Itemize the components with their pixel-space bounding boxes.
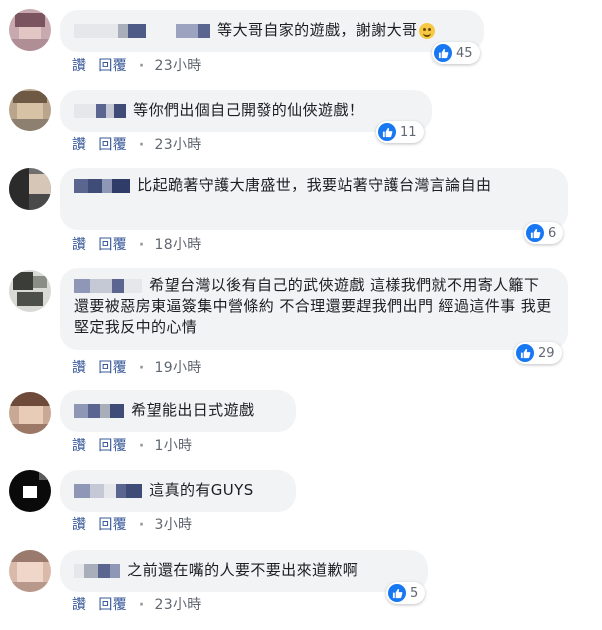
reply-action[interactable]: 回覆	[98, 360, 127, 376]
comment-bubble: 比起跪著守護大唐盛世，我要站著守護台灣言論自由	[60, 168, 568, 230]
comment-actions: 讚回覆 · 19小時	[72, 357, 202, 377]
timestamp[interactable]: 23小時	[155, 137, 202, 153]
avatar[interactable]	[9, 470, 51, 512]
separator: ·	[138, 137, 145, 153]
like-action[interactable]: 讚	[72, 137, 86, 153]
comment-text: 等你們出個自己開發的仙俠遊戲！	[133, 101, 365, 119]
like-count-badge[interactable]: 45	[432, 42, 480, 64]
like-count-badge[interactable]: 29	[514, 342, 562, 364]
comment-actions: 讚回覆 · 18小時	[72, 234, 202, 254]
like-count: 6	[548, 225, 557, 241]
avatar[interactable]	[9, 9, 51, 51]
timestamp[interactable]: 3小時	[155, 517, 193, 533]
reply-action[interactable]: 回覆	[98, 58, 127, 74]
comment-bubble: 等你們出個自己開發的仙俠遊戲！	[60, 90, 432, 132]
reply-action[interactable]: 回覆	[98, 237, 127, 253]
comment-bubble: 希望台灣以後有自己的武俠遊戲 這樣我們就不用寄人籬下 還要被惡房東逼簽集中營條約…	[60, 268, 568, 350]
avatar[interactable]	[9, 550, 51, 592]
comment-actions: 讚回覆 · 23小時	[72, 55, 202, 75]
like-count-badge[interactable]: 6	[524, 222, 564, 244]
smiling-face-icon	[419, 22, 436, 39]
reply-action[interactable]: 回覆	[98, 517, 127, 533]
timestamp[interactable]: 1小時	[155, 438, 193, 454]
comment-bubble: 之前還在嘴的人要不要出來道歉啊	[60, 550, 428, 592]
comment-text: 比起跪著守護大唐盛世，我要站著守護台灣言論自由	[137, 176, 492, 194]
comment-text: 之前還在嘴的人要不要出來道歉啊	[127, 561, 359, 579]
author-name-blurred[interactable]	[74, 103, 126, 118]
reply-action[interactable]: 回覆	[98, 438, 127, 454]
reply-action[interactable]: 回覆	[98, 597, 127, 613]
like-count: 45	[456, 45, 473, 61]
like-action[interactable]: 讚	[72, 517, 86, 533]
comment-bubble: 等大哥自家的遊戲，謝謝大哥	[60, 10, 484, 52]
like-count-badge[interactable]: 5	[386, 582, 426, 604]
timestamp[interactable]: 23小時	[155, 597, 202, 613]
like-action[interactable]: 讚	[72, 58, 86, 74]
avatar[interactable]	[9, 168, 51, 210]
like-action[interactable]: 讚	[72, 237, 86, 253]
separator: ·	[138, 237, 145, 253]
comment-actions: 讚回覆 · 3小時	[72, 514, 192, 534]
comment-text: 等大哥自家的遊戲，謝謝大哥	[217, 21, 418, 39]
avatar[interactable]	[9, 89, 51, 131]
like-count: 29	[538, 345, 555, 361]
comment-actions: 讚回覆 · 1小時	[72, 435, 192, 455]
separator: ·	[138, 360, 145, 376]
separator: ·	[138, 438, 145, 454]
thumbs-up-icon	[516, 344, 534, 362]
author-name-blurred[interactable]	[74, 403, 124, 418]
comment-actions: 讚回覆 · 23小時	[72, 134, 202, 154]
author-name-blurred[interactable]	[74, 563, 120, 578]
thumbs-up-icon	[388, 584, 406, 602]
separator: ·	[138, 58, 145, 74]
like-count: 11	[400, 124, 417, 140]
like-action[interactable]: 讚	[72, 360, 86, 376]
timestamp[interactable]: 18小時	[155, 237, 202, 253]
reply-action[interactable]: 回覆	[98, 137, 127, 153]
like-action[interactable]: 讚	[72, 597, 86, 613]
avatar[interactable]	[9, 392, 51, 434]
author-name-blurred[interactable]	[74, 278, 142, 293]
like-count: 5	[410, 585, 419, 601]
timestamp[interactable]: 19小時	[155, 360, 202, 376]
thumbs-up-icon	[434, 44, 452, 62]
comment-text: 這真的有GUYS	[149, 481, 254, 499]
comment-bubble: 希望能出日式遊戲	[60, 390, 296, 432]
thumbs-up-icon	[378, 123, 396, 141]
thumbs-up-icon	[526, 224, 544, 242]
timestamp[interactable]: 23小時	[155, 58, 202, 74]
comment-bubble: 這真的有GUYS	[60, 470, 296, 512]
comment-text: 希望能出日式遊戲	[131, 401, 255, 419]
author-name-blurred[interactable]	[74, 23, 210, 38]
like-count-badge[interactable]: 11	[376, 121, 424, 143]
separator: ·	[138, 517, 145, 533]
avatar[interactable]	[9, 270, 51, 312]
author-name-blurred[interactable]	[74, 483, 142, 498]
like-action[interactable]: 讚	[72, 438, 86, 454]
comment-actions: 讚回覆 · 23小時	[72, 594, 202, 614]
separator: ·	[138, 597, 145, 613]
comment-text: 希望台灣以後有自己的武俠遊戲 這樣我們就不用寄人籬下 還要被惡房東逼簽集中營條約…	[74, 276, 552, 336]
author-name-blurred[interactable]	[74, 178, 130, 193]
